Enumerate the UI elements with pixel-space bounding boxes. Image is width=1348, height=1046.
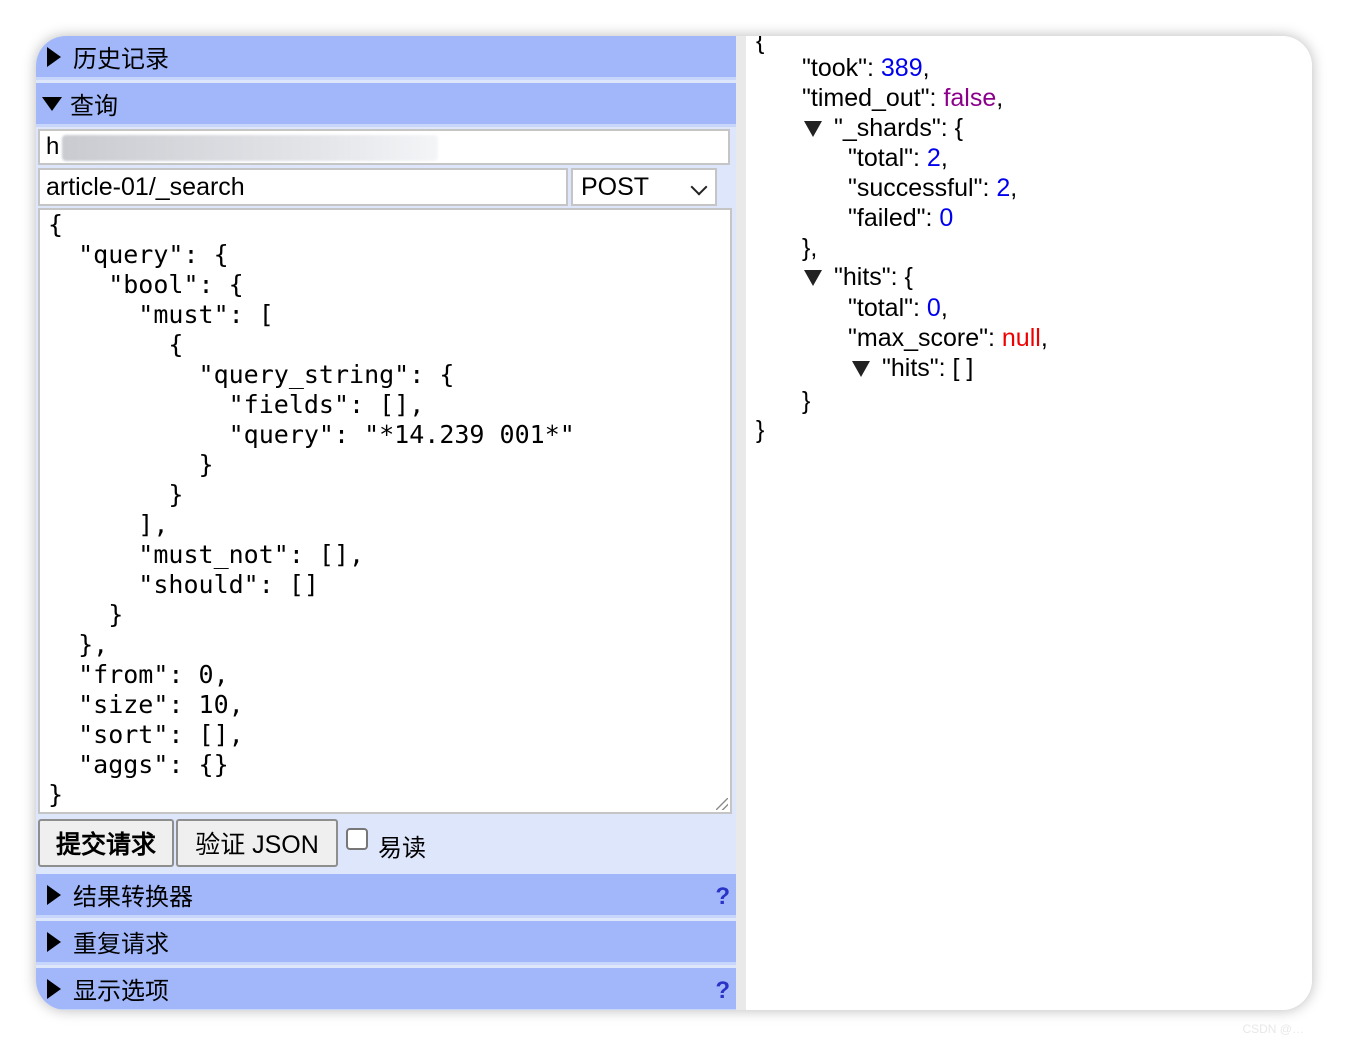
app-window: 历史记录 查询 h article-01/_search POST { "que… — [36, 36, 1312, 1010]
body-line: } — [48, 450, 214, 479]
body-line: "must": [ — [48, 300, 274, 329]
help-icon[interactable]: ? — [715, 977, 730, 1005]
body-line: } — [48, 600, 124, 629]
expand-arrow-icon — [47, 978, 61, 999]
json-key: "hits": [ ] — [882, 354, 974, 382]
section-result-transformer[interactable]: 结果转换器 ? — [36, 874, 736, 918]
json-number: 0 — [926, 294, 941, 322]
json-key: "total": — [848, 294, 927, 322]
body-line: } — [48, 780, 64, 809]
json-key: "successful": — [848, 174, 997, 202]
body-line: "query": { — [48, 240, 229, 269]
json-hits-line: "hits": { — [804, 262, 913, 292]
json-took-line: "took": 389, — [802, 54, 930, 82]
expand-arrow-icon — [47, 884, 61, 905]
json-number: 389 — [880, 54, 923, 82]
section-repeat-request[interactable]: 重复请求 — [36, 921, 736, 965]
body-line: { — [48, 330, 184, 359]
body-line: "should": [] — [48, 570, 319, 599]
collapse-toggle-icon[interactable] — [804, 121, 822, 138]
path-input[interactable]: article-01/_search — [38, 168, 568, 206]
body-line: "from": 0, — [48, 660, 229, 689]
pretty-print-label: 易读 — [378, 835, 426, 862]
json-key: "took": — [802, 54, 881, 82]
json-boolean: false — [943, 84, 997, 112]
collapse-toggle-icon[interactable] — [852, 361, 870, 378]
section-history[interactable]: 历史记录 — [36, 36, 736, 80]
chevron-down-icon — [690, 178, 708, 196]
json-shards-successful-line: "successful": 2, — [848, 174, 1018, 202]
request-body-editor[interactable]: { "query": { "bool": { "must": [ { "quer… — [38, 208, 732, 814]
validate-json-button[interactable]: 验证 JSON — [176, 819, 338, 867]
pane-divider[interactable] — [736, 36, 746, 1010]
json-key: "failed": — [848, 204, 940, 232]
method-value: POST — [581, 173, 650, 201]
section-result-transformer-label: 结果转换器 — [73, 884, 193, 911]
method-select[interactable]: POST — [571, 168, 717, 206]
json-inner-hits-line: "hits": [ ] — [852, 353, 973, 383]
resize-handle-icon[interactable] — [716, 798, 728, 810]
json-number: 2 — [996, 174, 1011, 202]
section-display-options-label: 显示选项 — [73, 978, 169, 1005]
body-line: "bool": { — [48, 270, 244, 299]
body-line: "size": 10, — [48, 690, 244, 719]
submit-request-button[interactable]: 提交请求 — [38, 819, 174, 867]
section-query-label: 查询 — [70, 93, 118, 120]
json-hits-total-line: "total": 0, — [848, 294, 948, 322]
json-number: 0 — [939, 204, 954, 232]
json-number: 2 — [926, 144, 941, 172]
collapse-arrow-icon — [42, 96, 62, 111]
redacted-url-blur — [62, 135, 438, 161]
help-icon[interactable]: ? — [715, 883, 730, 911]
body-line: "query": "*14.239 001*" — [48, 420, 575, 449]
json-shards-total-line: "total": 2, — [848, 144, 948, 172]
json-key: "_shards": { — [834, 114, 963, 142]
json-close-brace: } — [756, 416, 765, 444]
json-key: "hits": { — [834, 263, 913, 291]
json-shards-failed-line: "failed": 0 — [848, 203, 953, 233]
body-line: "fields": [], — [48, 390, 425, 419]
expand-arrow-icon — [47, 931, 61, 952]
watermark: CSDN @… — [1242, 1022, 1304, 1036]
server-url-input[interactable]: h — [38, 129, 730, 165]
json-key: "max_score": — [848, 324, 1002, 352]
section-history-label: 历史记录 — [73, 46, 169, 73]
json-open-brace: { — [756, 36, 765, 55]
json-max-score-line: "max_score": null, — [848, 324, 1048, 352]
json-hits-close: } — [802, 387, 811, 415]
body-line: "sort": [], — [48, 720, 244, 749]
section-query[interactable]: 查询 — [36, 83, 736, 127]
body-line: "aggs": {} — [48, 750, 229, 779]
expand-arrow-icon — [47, 46, 61, 67]
query-panel: 历史记录 查询 h article-01/_search POST { "que… — [36, 36, 736, 1010]
response-viewer: { "took": 389, "timed_out": false, "_sha… — [746, 36, 1312, 1010]
json-key: "total": — [848, 144, 927, 172]
body-line: "must_not": [], — [48, 540, 365, 569]
body-line: "query_string": { — [48, 360, 455, 389]
section-repeat-request-label: 重复请求 — [73, 931, 169, 958]
json-shards-line: "_shards": { — [804, 113, 963, 143]
json-key: "timed_out": — [802, 84, 944, 112]
body-line: ], — [48, 510, 169, 539]
json-null: null — [1001, 324, 1041, 352]
json-shards-close: }, — [802, 234, 818, 262]
collapse-toggle-icon[interactable] — [804, 270, 822, 287]
body-line: } — [48, 480, 184, 509]
body-line: }, — [48, 630, 109, 659]
path-value: article-01/_search — [46, 173, 245, 201]
json-timed-out-line: "timed_out": false, — [802, 84, 1004, 112]
body-line: { — [48, 210, 64, 239]
server-url-value: h — [46, 133, 60, 160]
pretty-print-checkbox[interactable] — [346, 828, 368, 850]
section-display-options[interactable]: 显示选项 ? — [36, 968, 736, 1010]
